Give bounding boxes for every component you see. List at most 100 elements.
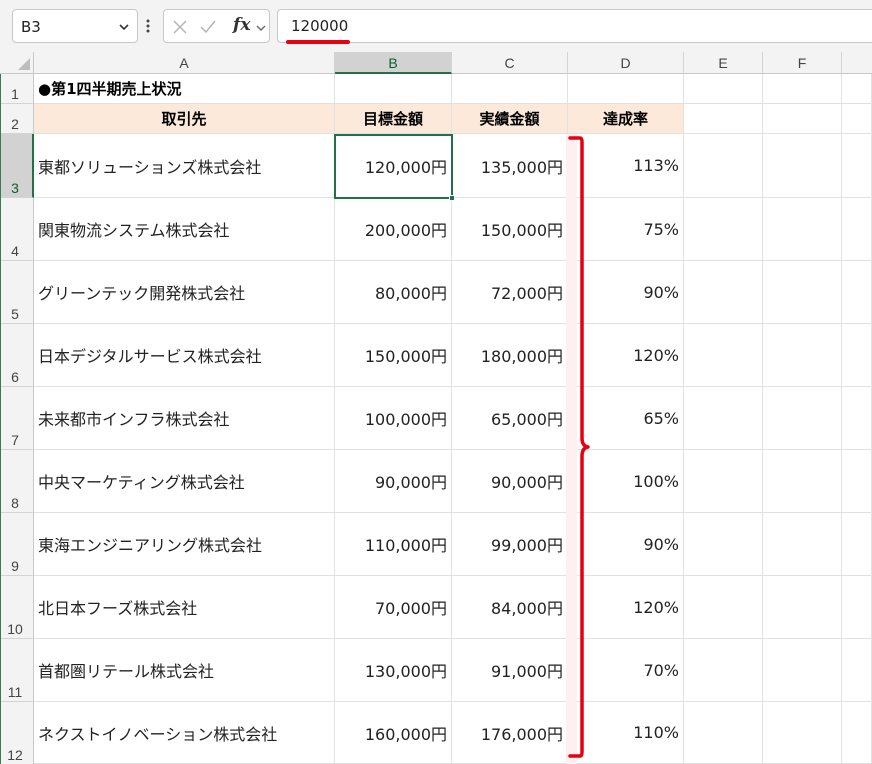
close-icon[interactable] [171,18,189,36]
header-cell-client[interactable]: 取引先 [34,104,335,134]
cell-f7[interactable] [763,387,842,450]
cell-g6[interactable] [842,324,872,387]
cell-g10[interactable] [842,576,872,639]
cell-f8[interactable] [763,450,842,513]
cell-e1[interactable] [684,74,763,104]
cell-target-row-6[interactable]: 150,000円 [335,324,452,387]
cell-f6[interactable] [763,324,842,387]
cell-client-row-3[interactable]: 東都ソリューションズ株式会社 [34,134,335,198]
cell-e5[interactable] [684,261,763,324]
cell-target-row-3[interactable]: 120,000円 [335,134,452,198]
cell-g4[interactable] [842,198,872,261]
chevron-down-icon[interactable] [117,20,131,34]
cell-e11[interactable] [684,639,763,702]
cell-actual-row-10[interactable]: 84,000円 [452,576,568,639]
cell-e6[interactable] [684,324,763,387]
row-header-12[interactable]: 12 [0,702,34,764]
cell-target-row-4[interactable]: 200,000円 [335,198,452,261]
chevron-down-icon[interactable] [255,22,267,34]
cell-f12[interactable] [763,702,842,764]
cell-target-row-5[interactable]: 80,000円 [335,261,452,324]
cell-g8[interactable] [842,450,872,513]
cell-f4[interactable] [763,198,842,261]
row-header-4[interactable]: 4 [0,198,34,261]
cell-e4[interactable] [684,198,763,261]
row-header-3[interactable]: 3 [0,134,34,198]
cell-client-row-9[interactable]: 東海エンジニアリング株式会社 [34,513,335,576]
cell-actual-row-7[interactable]: 65,000円 [452,387,568,450]
column-header-g[interactable] [842,52,872,74]
check-icon[interactable] [199,18,217,36]
row-header-5[interactable]: 5 [0,261,34,324]
cell-f11[interactable] [763,639,842,702]
cell-g2[interactable] [842,104,872,134]
header-cell-target[interactable]: 目標金額 [335,104,452,134]
cell-client-row-8[interactable]: 中央マーケティング株式会社 [34,450,335,513]
column-header-d[interactable]: D [568,52,684,74]
cell-client-row-10[interactable]: 北日本フーズ株式会社 [34,576,335,639]
column-header-a[interactable]: A [34,52,335,74]
cell-e8[interactable] [684,450,763,513]
row-header-7[interactable]: 7 [0,387,34,450]
cell-g3[interactable] [842,134,872,198]
cell-f2[interactable] [763,104,842,134]
cell-e7[interactable] [684,387,763,450]
cell-actual-row-5[interactable]: 72,000円 [452,261,568,324]
cell-g12[interactable] [842,702,872,764]
cell-target-row-10[interactable]: 70,000円 [335,576,452,639]
row-header-2[interactable]: 2 [0,104,34,134]
cell-f5[interactable] [763,261,842,324]
cell-actual-row-4[interactable]: 150,000円 [452,198,568,261]
select-all-button[interactable] [0,52,34,74]
cell-b1[interactable] [335,74,452,104]
cell-target-row-12[interactable]: 160,000円 [335,702,452,764]
cell-actual-row-3[interactable]: 135,000円 [452,134,568,198]
name-box[interactable]: B3 [12,9,138,43]
row-header-10[interactable]: 10 [0,576,34,639]
cell-actual-row-6[interactable]: 180,000円 [452,324,568,387]
cell-e2[interactable] [684,104,763,134]
cell-f10[interactable] [763,576,842,639]
cell-actual-row-8[interactable]: 90,000円 [452,450,568,513]
row-header-1[interactable]: 1 [0,74,34,104]
cell-g7[interactable] [842,387,872,450]
cell-a1-title[interactable]: ●第1四半期売上状況 [34,74,335,104]
row-header-11[interactable]: 11 [0,639,34,702]
cell-e3[interactable] [684,134,763,198]
cell-client-row-11[interactable]: 首都圏リテール株式会社 [34,639,335,702]
row-header-9[interactable]: 9 [0,513,34,576]
row-header-6[interactable]: 6 [0,324,34,387]
cell-g5[interactable] [842,261,872,324]
cell-actual-row-11[interactable]: 91,000円 [452,639,568,702]
cell-f3[interactable] [763,134,842,198]
cell-d1[interactable] [568,74,684,104]
cell-e12[interactable] [684,702,763,764]
row-header-8[interactable]: 8 [0,450,34,513]
cell-target-row-7[interactable]: 100,000円 [335,387,452,450]
cell-e10[interactable] [684,576,763,639]
cell-c1[interactable] [452,74,568,104]
header-cell-actual[interactable]: 実績金額 [452,104,568,134]
cell-client-row-5[interactable]: グリーンテック開発株式会社 [34,261,335,324]
cell-actual-row-9[interactable]: 99,000円 [452,513,568,576]
cell-target-row-9[interactable]: 110,000円 [335,513,452,576]
cell-f9[interactable] [763,513,842,576]
cell-target-row-8[interactable]: 90,000円 [335,450,452,513]
cell-g9[interactable] [842,513,872,576]
cell-actual-row-12[interactable]: 176,000円 [452,702,568,764]
column-header-c[interactable]: C [452,52,568,74]
cell-g11[interactable] [842,639,872,702]
insert-function-button[interactable]: fx [233,15,250,35]
more-options-icon[interactable] [145,16,151,36]
formula-input[interactable]: 120000 [277,9,872,43]
cell-client-row-7[interactable]: 未来都市インフラ株式会社 [34,387,335,450]
column-header-f[interactable]: F [763,52,842,74]
column-header-e[interactable]: E [684,52,763,74]
cell-f1[interactable] [763,74,842,104]
column-header-b[interactable]: B [335,52,452,74]
cell-client-row-4[interactable]: 関東物流システム株式会社 [34,198,335,261]
cell-client-row-6[interactable]: 日本デジタルサービス株式会社 [34,324,335,387]
cell-target-row-11[interactable]: 130,000円 [335,639,452,702]
cell-g1[interactable] [842,74,872,104]
cell-e9[interactable] [684,513,763,576]
